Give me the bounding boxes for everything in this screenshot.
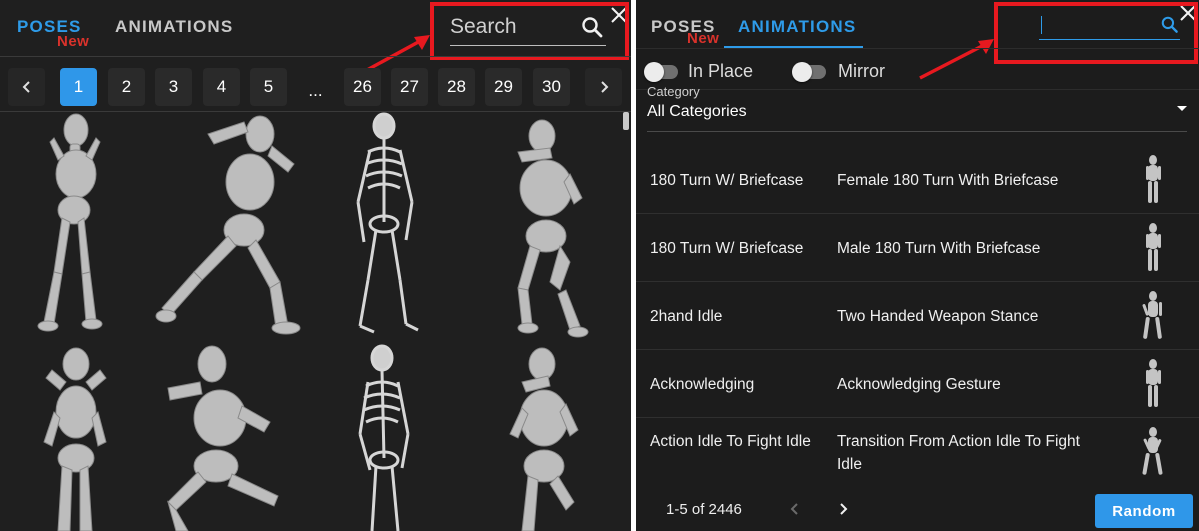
animation-thumbnail <box>1146 155 1161 203</box>
pose-thumbnail[interactable] <box>148 112 318 342</box>
tab-animations[interactable]: ANIMATIONS <box>738 17 856 37</box>
page-button[interactable]: 3 <box>155 68 192 106</box>
header-divider <box>0 56 631 57</box>
page-button[interactable]: 26 <box>344 68 381 106</box>
animation-row[interactable]: 180 Turn W/ Briefcase Female 180 Turn Wi… <box>636 146 1199 214</box>
pose-thumbnail[interactable] <box>330 112 440 342</box>
animation-name: 180 Turn W/ Briefcase <box>650 240 804 257</box>
result-count: 1-5 of 2446 <box>666 501 742 518</box>
new-badge: New <box>57 33 90 50</box>
dropdown-arrow-icon <box>1177 106 1187 111</box>
animation-thumbnail <box>1146 359 1161 407</box>
skeleton-figure <box>358 344 410 531</box>
pose-thumbnail[interactable] <box>148 342 318 531</box>
page-button[interactable]: 28 <box>438 68 475 106</box>
category-value: All Categories <box>647 103 747 120</box>
search-highlight-box <box>994 2 1198 64</box>
in-place-toggle[interactable] <box>644 62 678 82</box>
pose-thumbnail[interactable] <box>470 112 620 342</box>
pose-grid <box>0 112 620 531</box>
page-button[interactable]: 27 <box>391 68 428 106</box>
toggle-knob <box>792 62 812 82</box>
mirror-toggle[interactable] <box>792 62 826 82</box>
page-button[interactable]: 30 <box>533 68 570 106</box>
category-caption: Category <box>647 84 700 99</box>
animation-row[interactable]: Acknowledging Acknowledging Gesture <box>636 350 1199 418</box>
scrollbar-thumb[interactable] <box>623 112 629 130</box>
chevron-right-icon[interactable] <box>835 501 851 517</box>
animation-description: Acknowledging Gesture <box>837 376 1001 393</box>
page-ellipsis: ... <box>308 81 323 100</box>
pose-thumbnail[interactable] <box>330 342 440 531</box>
animation-name: Action Idle To Fight Idle <box>650 433 811 450</box>
list-footer: 1-5 of 2446 Random <box>636 484 1199 531</box>
pose-thumbnail[interactable] <box>2 112 152 342</box>
page-button[interactable]: 4 <box>203 68 240 106</box>
skeleton-figure <box>356 112 419 334</box>
pagination: 1 2 3 4 5 ... 26 27 28 29 30 <box>0 68 631 108</box>
category-select[interactable]: Category All Categories <box>647 84 1187 132</box>
mannequin-figure <box>517 119 589 338</box>
prev-page-button[interactable] <box>8 68 45 106</box>
animation-row[interactable]: 180 Turn W/ Briefcase Male 180 Turn With… <box>636 214 1199 282</box>
animation-thumbnail <box>1146 223 1161 271</box>
animation-description: Female 180 Turn With Briefcase <box>837 172 1059 189</box>
poses-panel: POSES New ANIMATIONS 1 2 3 4 5 ... 26 27… <box>0 0 631 531</box>
animation-row[interactable]: 2hand Idle Two Handed Weapon Stance <box>636 282 1199 350</box>
animations-panel: POSES New ANIMATIONS In Place Mirror Cat… <box>636 0 1199 531</box>
chevron-right-icon <box>600 81 608 93</box>
new-badge: New <box>687 30 720 47</box>
toggle-knob <box>644 62 664 82</box>
header-divider <box>636 48 1199 49</box>
mannequin-figure <box>155 115 301 335</box>
page-button[interactable]: 2 <box>108 68 145 106</box>
animation-description: Male 180 Turn With Briefcase <box>837 240 1041 257</box>
search-highlight-box <box>430 2 629 60</box>
animation-name: 180 Turn W/ Briefcase <box>650 172 804 189</box>
animation-description: Two Handed Weapon Stance <box>837 308 1039 325</box>
chevron-left-icon[interactable] <box>787 501 803 517</box>
mannequin-figure <box>167 345 279 531</box>
animation-thumbnail <box>1142 427 1163 475</box>
mannequin-figure <box>37 113 103 332</box>
animation-row[interactable]: Action Idle To Fight Idle Transition Fro… <box>636 418 1199 486</box>
animation-name: 2hand Idle <box>650 308 723 325</box>
page-button[interactable]: 29 <box>485 68 522 106</box>
next-page-button[interactable] <box>585 68 622 106</box>
toggle-row: In Place Mirror <box>636 61 936 85</box>
random-button[interactable]: Random <box>1095 494 1193 528</box>
pose-thumbnail[interactable] <box>2 342 152 531</box>
tab-animations[interactable]: ANIMATIONS <box>115 17 233 37</box>
page-button[interactable]: 1 <box>60 68 97 106</box>
chevron-left-icon <box>22 81 30 93</box>
mirror-label: Mirror <box>838 61 885 81</box>
page-button[interactable]: 5 <box>250 68 287 106</box>
pose-thumbnail[interactable] <box>470 342 620 531</box>
mannequin-figure <box>509 347 579 531</box>
animation-thumbnail <box>1142 291 1162 339</box>
animation-description: Transition From Action Idle To Fight Idl… <box>837 433 1080 473</box>
animation-name: Acknowledging <box>650 376 755 393</box>
in-place-label: In Place <box>688 61 754 81</box>
mannequin-figure <box>43 347 107 531</box>
